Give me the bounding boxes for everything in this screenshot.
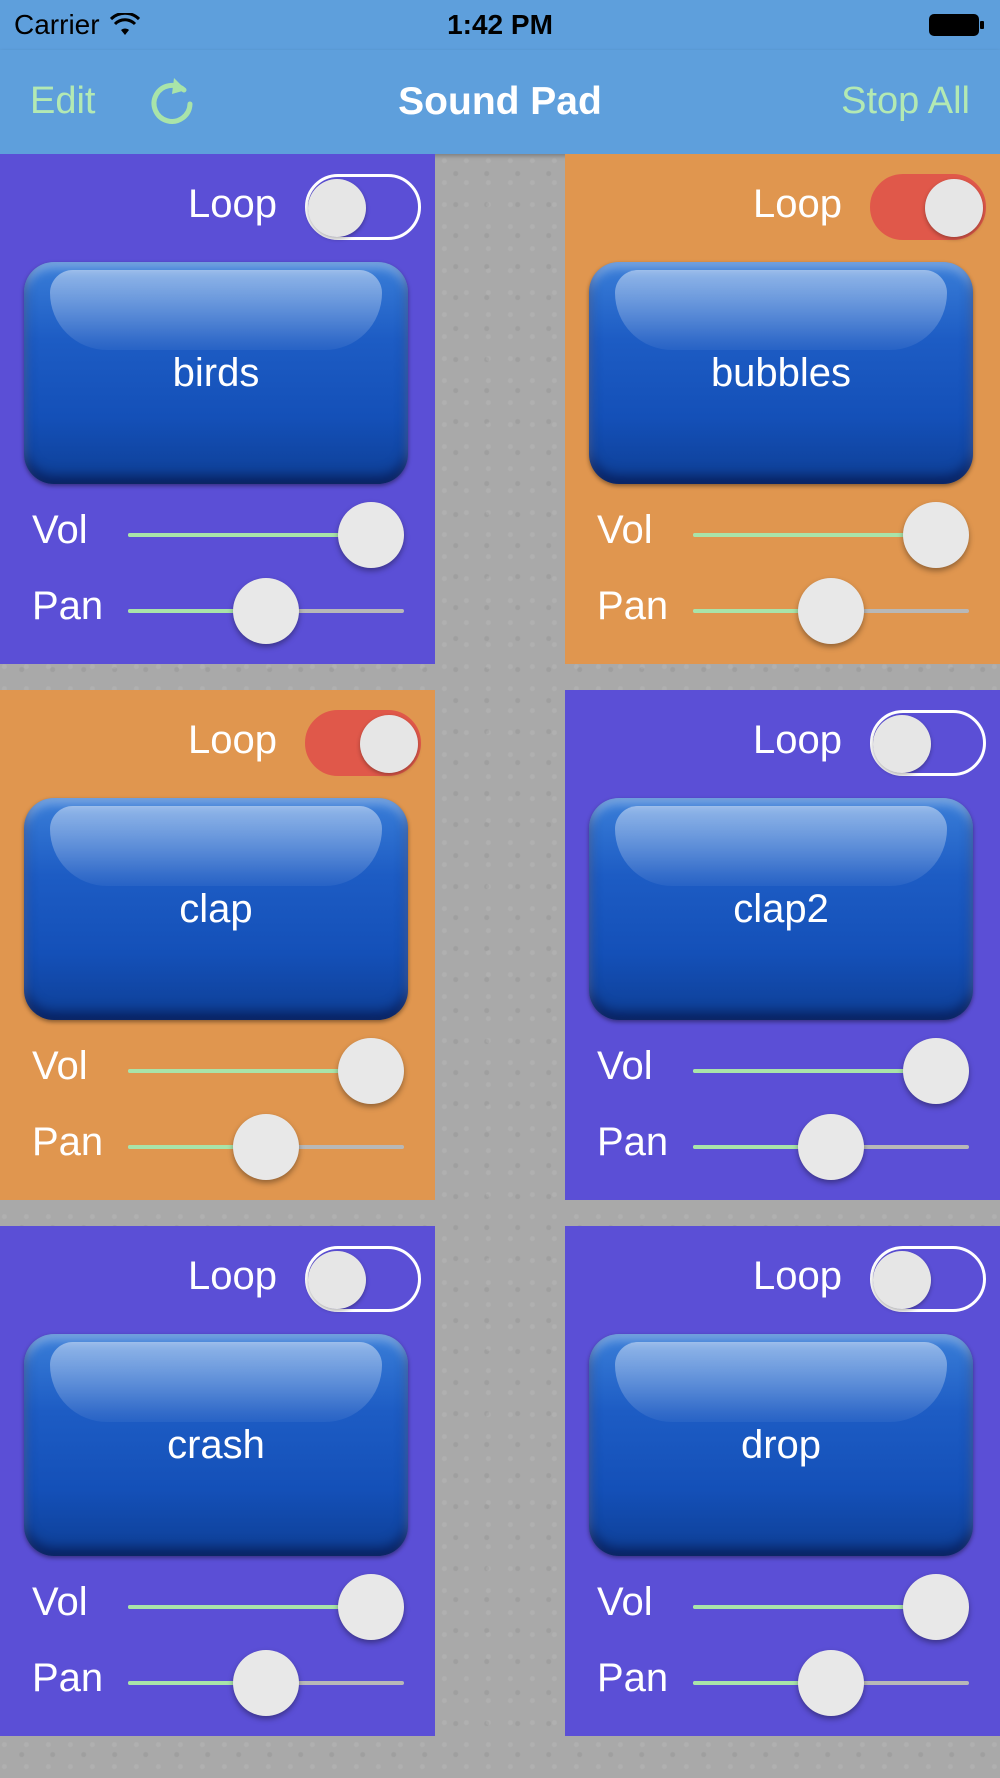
slider-thumb[interactable] [903, 1574, 969, 1640]
pan-slider[interactable] [693, 1112, 969, 1182]
sound-name: birds [172, 350, 260, 395]
slider-thumb[interactable] [798, 578, 864, 644]
loop-label: Loop [188, 718, 277, 762]
toggle-knob [308, 179, 366, 237]
loop-toggle[interactable] [870, 1246, 986, 1312]
pan-slider[interactable] [693, 1648, 969, 1718]
slider-thumb[interactable] [233, 578, 299, 644]
pan-slider[interactable] [128, 1648, 404, 1718]
pan-label: Pan [597, 584, 669, 628]
toggle-knob [873, 1251, 931, 1309]
pan-label: Pan [597, 1120, 669, 1164]
sound-pad-clap2: Loop clap2 Vol Pan [565, 690, 1000, 1200]
play-sound-button[interactable]: bubbles [589, 262, 973, 484]
volume-slider[interactable] [128, 1036, 404, 1106]
loop-label: Loop [753, 718, 842, 762]
pan-slider[interactable] [693, 576, 969, 646]
sound-pad-clap: Loop clap Vol Pan [0, 690, 435, 1200]
loop-toggle[interactable] [305, 1246, 421, 1312]
button-gloss [615, 1342, 947, 1422]
loop-toggle[interactable] [870, 710, 986, 776]
nav-bar: Edit Sound Pad Stop All [0, 50, 1000, 154]
sound-pad-drop: Loop drop Vol Pan [565, 1226, 1000, 1736]
slider-thumb[interactable] [233, 1114, 299, 1180]
slider-thumb[interactable] [338, 1038, 404, 1104]
volume-slider[interactable] [693, 1572, 969, 1642]
vol-label: Vol [32, 508, 88, 552]
volume-slider[interactable] [128, 1572, 404, 1642]
battery-icon [929, 14, 984, 36]
toggle-knob [925, 179, 983, 237]
pan-label: Pan [597, 1656, 669, 1700]
loop-toggle[interactable] [305, 174, 421, 240]
volume-slider[interactable] [128, 500, 404, 570]
sound-name: drop [740, 1422, 822, 1467]
sound-pad-crash: Loop crash Vol Pan [0, 1226, 435, 1736]
stop-all-button[interactable]: Stop All [841, 80, 970, 123]
sound-name: bubbles [710, 350, 852, 395]
loop-label: Loop [753, 1254, 842, 1298]
toggle-knob [308, 1251, 366, 1309]
play-sound-button[interactable]: drop [589, 1334, 973, 1556]
loop-toggle[interactable] [870, 174, 986, 240]
status-bar: Carrier 1:42 PM [0, 0, 1000, 50]
sound-pad-bubbles: Loop bubbles Vol Pan [565, 154, 1000, 664]
loop-label: Loop [753, 182, 842, 226]
volume-slider[interactable] [693, 1036, 969, 1106]
pan-label: Pan [32, 1656, 104, 1700]
toggle-knob [360, 715, 418, 773]
pan-label: Pan [32, 1120, 104, 1164]
sound-name: crash [167, 1422, 265, 1467]
vol-label: Vol [32, 1044, 88, 1088]
volume-slider[interactable] [693, 500, 969, 570]
slider-thumb[interactable] [338, 502, 404, 568]
sound-pad-birds: Loop birds Vol Pan [0, 154, 435, 664]
play-sound-button[interactable]: crash [24, 1334, 408, 1556]
slider-thumb[interactable] [798, 1114, 864, 1180]
play-sound-button[interactable]: birds [24, 262, 408, 484]
loop-label: Loop [188, 182, 277, 226]
vol-label: Vol [597, 1580, 653, 1624]
button-gloss [50, 806, 382, 886]
slider-thumb[interactable] [903, 1038, 969, 1104]
vol-label: Vol [597, 1044, 653, 1088]
slider-thumb[interactable] [338, 1574, 404, 1640]
status-time: 1:42 PM [447, 9, 553, 40]
pan-slider[interactable] [128, 1112, 404, 1182]
sound-name: clap2 [733, 886, 829, 931]
toggle-knob [873, 715, 931, 773]
slider-thumb[interactable] [903, 502, 969, 568]
button-gloss [615, 270, 947, 350]
button-gloss [50, 1342, 382, 1422]
pan-slider[interactable] [128, 576, 404, 646]
slider-thumb[interactable] [798, 1650, 864, 1716]
pan-label: Pan [32, 584, 104, 628]
button-gloss [50, 270, 382, 350]
play-sound-button[interactable]: clap [24, 798, 408, 1020]
loop-toggle[interactable] [305, 710, 421, 776]
play-sound-button[interactable]: clap2 [589, 798, 973, 1020]
sound-name: clap [179, 886, 253, 931]
slider-thumb[interactable] [233, 1650, 299, 1716]
button-gloss [615, 806, 947, 886]
vol-label: Vol [32, 1580, 88, 1624]
loop-label: Loop [188, 1254, 277, 1298]
vol-label: Vol [597, 508, 653, 552]
